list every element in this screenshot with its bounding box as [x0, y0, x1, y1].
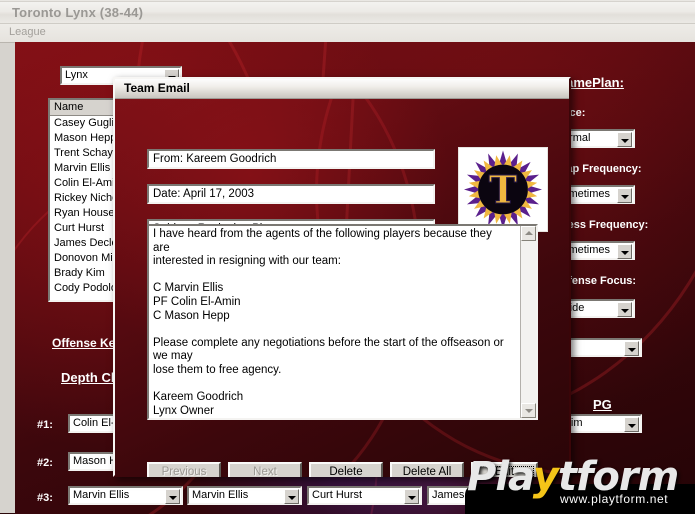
scroll-down-icon[interactable] — [521, 403, 536, 418]
previous-button[interactable]: Previous — [147, 462, 221, 477]
chevron-down-icon[interactable] — [617, 244, 632, 259]
bottom-select-1-value: Marvin Ellis — [192, 489, 249, 501]
email-body-text: I have heard from the agents of the foll… — [153, 228, 504, 417]
delete-all-button-label: Delete All — [402, 466, 452, 477]
email-from-field: From: Kareem Goodrich — [147, 149, 435, 169]
delete-button[interactable]: Delete — [309, 462, 383, 477]
bottom-select-2[interactable]: Curt Hurst — [307, 486, 422, 505]
bottom-select-3-value: James Decl — [432, 489, 490, 501]
email-date-field: Date: April 17, 2003 — [147, 184, 435, 204]
team-logo: T — [458, 147, 548, 232]
depth-row-1-label: #1: — [37, 419, 53, 431]
window-title: Toronto Lynx (38-44) — [12, 5, 144, 20]
chevron-down-icon[interactable] — [284, 489, 299, 504]
depth-row-3-select[interactable]: Marvin Ellis — [68, 486, 183, 505]
menu-bar: League — [0, 24, 695, 43]
exit-button[interactable]: Exit — [471, 462, 538, 477]
team-logo-svg: T — [463, 150, 543, 229]
depth-row-3-label: #3: — [37, 492, 53, 504]
window-titlebar: Toronto Lynx (38-44) — [0, 2, 695, 24]
delete-button-label: Delete — [329, 466, 363, 477]
team-select-value: Lynx — [65, 69, 88, 81]
depth-row-3-value: Marvin Ellis — [73, 489, 130, 501]
email-body-scrollbar[interactable] — [520, 226, 536, 418]
next-button-label: Next — [253, 466, 277, 477]
chevron-down-icon[interactable] — [617, 188, 632, 203]
chevron-down-icon[interactable] — [404, 489, 419, 504]
chevron-down-icon[interactable] — [617, 132, 632, 147]
depth-row-2-label: #2: — [37, 457, 53, 469]
chevron-down-icon[interactable] — [624, 417, 639, 432]
application-window: Toronto Lynx (38-44) League Lynx Name Ca… — [0, 0, 695, 514]
chevron-down-icon[interactable] — [617, 302, 632, 317]
chevron-down-icon[interactable] — [624, 341, 639, 356]
chevron-down-icon[interactable] — [165, 489, 180, 504]
bottom-select-1[interactable]: Marvin Ellis — [187, 486, 302, 505]
team-email-dialog: Team Email From: Kareem Goodrich Date: A… — [113, 77, 571, 477]
bottom-select-3[interactable]: James Decl — [427, 486, 542, 505]
email-body-box[interactable]: I have heard from the agents of the foll… — [147, 224, 538, 420]
bottom-select-2-value: Curt Hurst — [312, 489, 363, 501]
logo-letter: T — [489, 168, 518, 213]
chevron-down-icon[interactable] — [524, 489, 539, 504]
scroll-up-icon[interactable] — [521, 226, 536, 241]
dialog-titlebar[interactable]: Team Email — [115, 79, 569, 99]
next-button[interactable]: Next — [228, 462, 302, 477]
position-header-pg: PG — [593, 397, 612, 412]
dialog-body: From: Kareem Goodrich Date: April 17, 20… — [115, 99, 569, 477]
previous-button-label: Previous — [161, 466, 207, 477]
dialog-title: Team Email — [124, 81, 190, 95]
focus-indicator — [475, 466, 534, 477]
menu-item-league[interactable]: League — [9, 26, 46, 38]
delete-all-button[interactable]: Delete All — [390, 462, 464, 477]
